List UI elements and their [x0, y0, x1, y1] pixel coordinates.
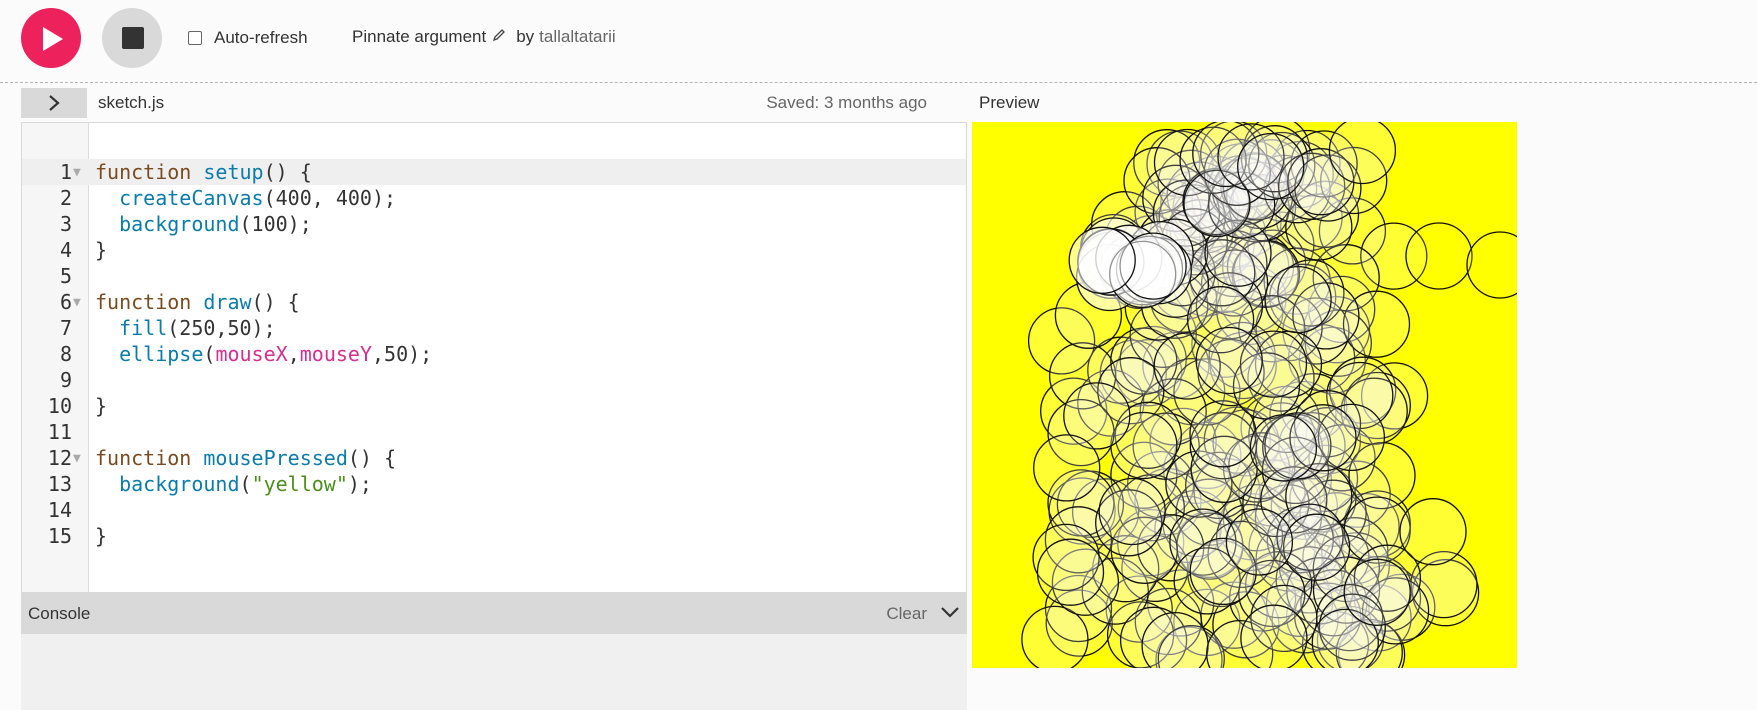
code-line[interactable]: 14	[22, 497, 966, 523]
play-button[interactable]	[21, 8, 81, 68]
sketch-circle	[1240, 604, 1308, 668]
project-info: Pinnate argument by tallaltatarii	[352, 27, 616, 47]
line-number: 4	[59, 238, 72, 262]
line-number: 2	[59, 186, 72, 210]
line-number: 13	[47, 472, 72, 496]
sketch-circle	[1036, 538, 1105, 606]
sketch-circle	[1195, 326, 1263, 395]
line-number: 1	[59, 160, 72, 184]
stop-icon	[122, 27, 144, 49]
code-line[interactable]: 15}	[22, 523, 966, 549]
project-name[interactable]: Pinnate argument	[352, 27, 486, 47]
fold-arrow-icon[interactable]: ▼	[73, 160, 81, 186]
line-number: 6	[59, 290, 72, 314]
sketch-circle	[1237, 132, 1305, 201]
file-name: sketch.js	[98, 93, 165, 112]
line-number: 5	[59, 264, 72, 288]
line-number: 11	[47, 420, 72, 444]
auto-refresh-label: Auto-refresh	[214, 28, 308, 47]
code-lines[interactable]: 1 ▼ function setup() { 2 createCanvas(400,…	[22, 159, 966, 549]
code-line[interactable]: 13 background("yellow");	[22, 471, 966, 497]
toolbar: Auto-refresh Pinnate argument by tallalt…	[0, 0, 1757, 82]
sketch-circle	[1264, 265, 1332, 334]
code-line[interactable]: 9	[22, 367, 966, 393]
code-editor[interactable]: 1 ▼ function setup() { 2 createCanvas(400,…	[21, 122, 967, 593]
sketch-circle	[1098, 477, 1166, 546]
code-line[interactable]: 7 fill(250,50);	[22, 315, 966, 341]
code-line[interactable]: 5	[22, 263, 966, 289]
fold-arrow-icon[interactable]: ▼	[73, 290, 81, 316]
console-header: Console Clear	[21, 593, 967, 634]
code-line[interactable]: 6 ▼ function draw() {	[22, 289, 966, 316]
sketch-circle	[1021, 605, 1089, 668]
pencil-icon[interactable]	[492, 27, 506, 47]
stop-button[interactable]	[102, 8, 162, 68]
code-line[interactable]: 11	[22, 419, 966, 445]
code-line[interactable]: 10}	[22, 393, 966, 419]
chevron-down-icon[interactable]	[941, 605, 959, 623]
sketch-preview-canvas[interactable]	[972, 122, 1517, 668]
saved-status: Saved: 3 months ago	[766, 93, 927, 112]
code-line[interactable]: 12 ▼ function mousePressed() {	[22, 445, 966, 472]
sketch-circle	[1343, 558, 1411, 626]
sketch-circle	[1068, 226, 1136, 294]
sketch-circle	[1405, 222, 1473, 290]
toolbar-divider	[0, 82, 1757, 83]
auto-refresh-toggle[interactable]: Auto-refresh	[188, 28, 308, 48]
console-label: Console	[28, 604, 91, 623]
chevron-right-icon	[49, 95, 60, 111]
sketch-circle	[1249, 414, 1318, 482]
console-output[interactable]	[21, 634, 967, 710]
sketch-circle	[1225, 508, 1294, 576]
fold-arrow-icon[interactable]: ▼	[73, 446, 81, 472]
line-number: 15	[47, 524, 72, 548]
line-number: 3	[59, 212, 72, 236]
code-line[interactable]: 4}	[22, 237, 966, 263]
line-number: 14	[47, 498, 72, 522]
line-number: 10	[47, 394, 72, 418]
sketch-circle	[1033, 434, 1101, 502]
line-number: 8	[59, 342, 72, 366]
line-number: 9	[59, 368, 72, 392]
canvas-drawing	[1021, 122, 1517, 668]
line-number: 7	[59, 316, 72, 340]
expand-sidebar-button[interactable]	[21, 88, 87, 118]
line-number: 12	[47, 446, 72, 470]
sketch-circle	[1282, 513, 1351, 581]
by-label: by	[516, 27, 535, 46]
console-clear-button[interactable]: Clear	[886, 604, 927, 624]
sketch-circle	[1466, 231, 1517, 299]
auto-refresh-checkbox[interactable]	[188, 31, 202, 45]
author-link[interactable]: tallaltatarii	[539, 27, 616, 47]
sketch-circle	[1399, 498, 1467, 566]
code-line[interactable]: 3 background(100);	[22, 211, 966, 237]
code-line[interactable]: 1 ▼ function setup() {	[22, 159, 966, 186]
code-line[interactable]: 2 createCanvas(400, 400);	[22, 185, 966, 211]
sketch-circle	[1328, 122, 1397, 185]
code-line[interactable]: 8 ellipse(mouseX,mouseY,50);	[22, 341, 966, 367]
preview-label: Preview	[979, 93, 1040, 112]
play-icon	[43, 27, 63, 51]
